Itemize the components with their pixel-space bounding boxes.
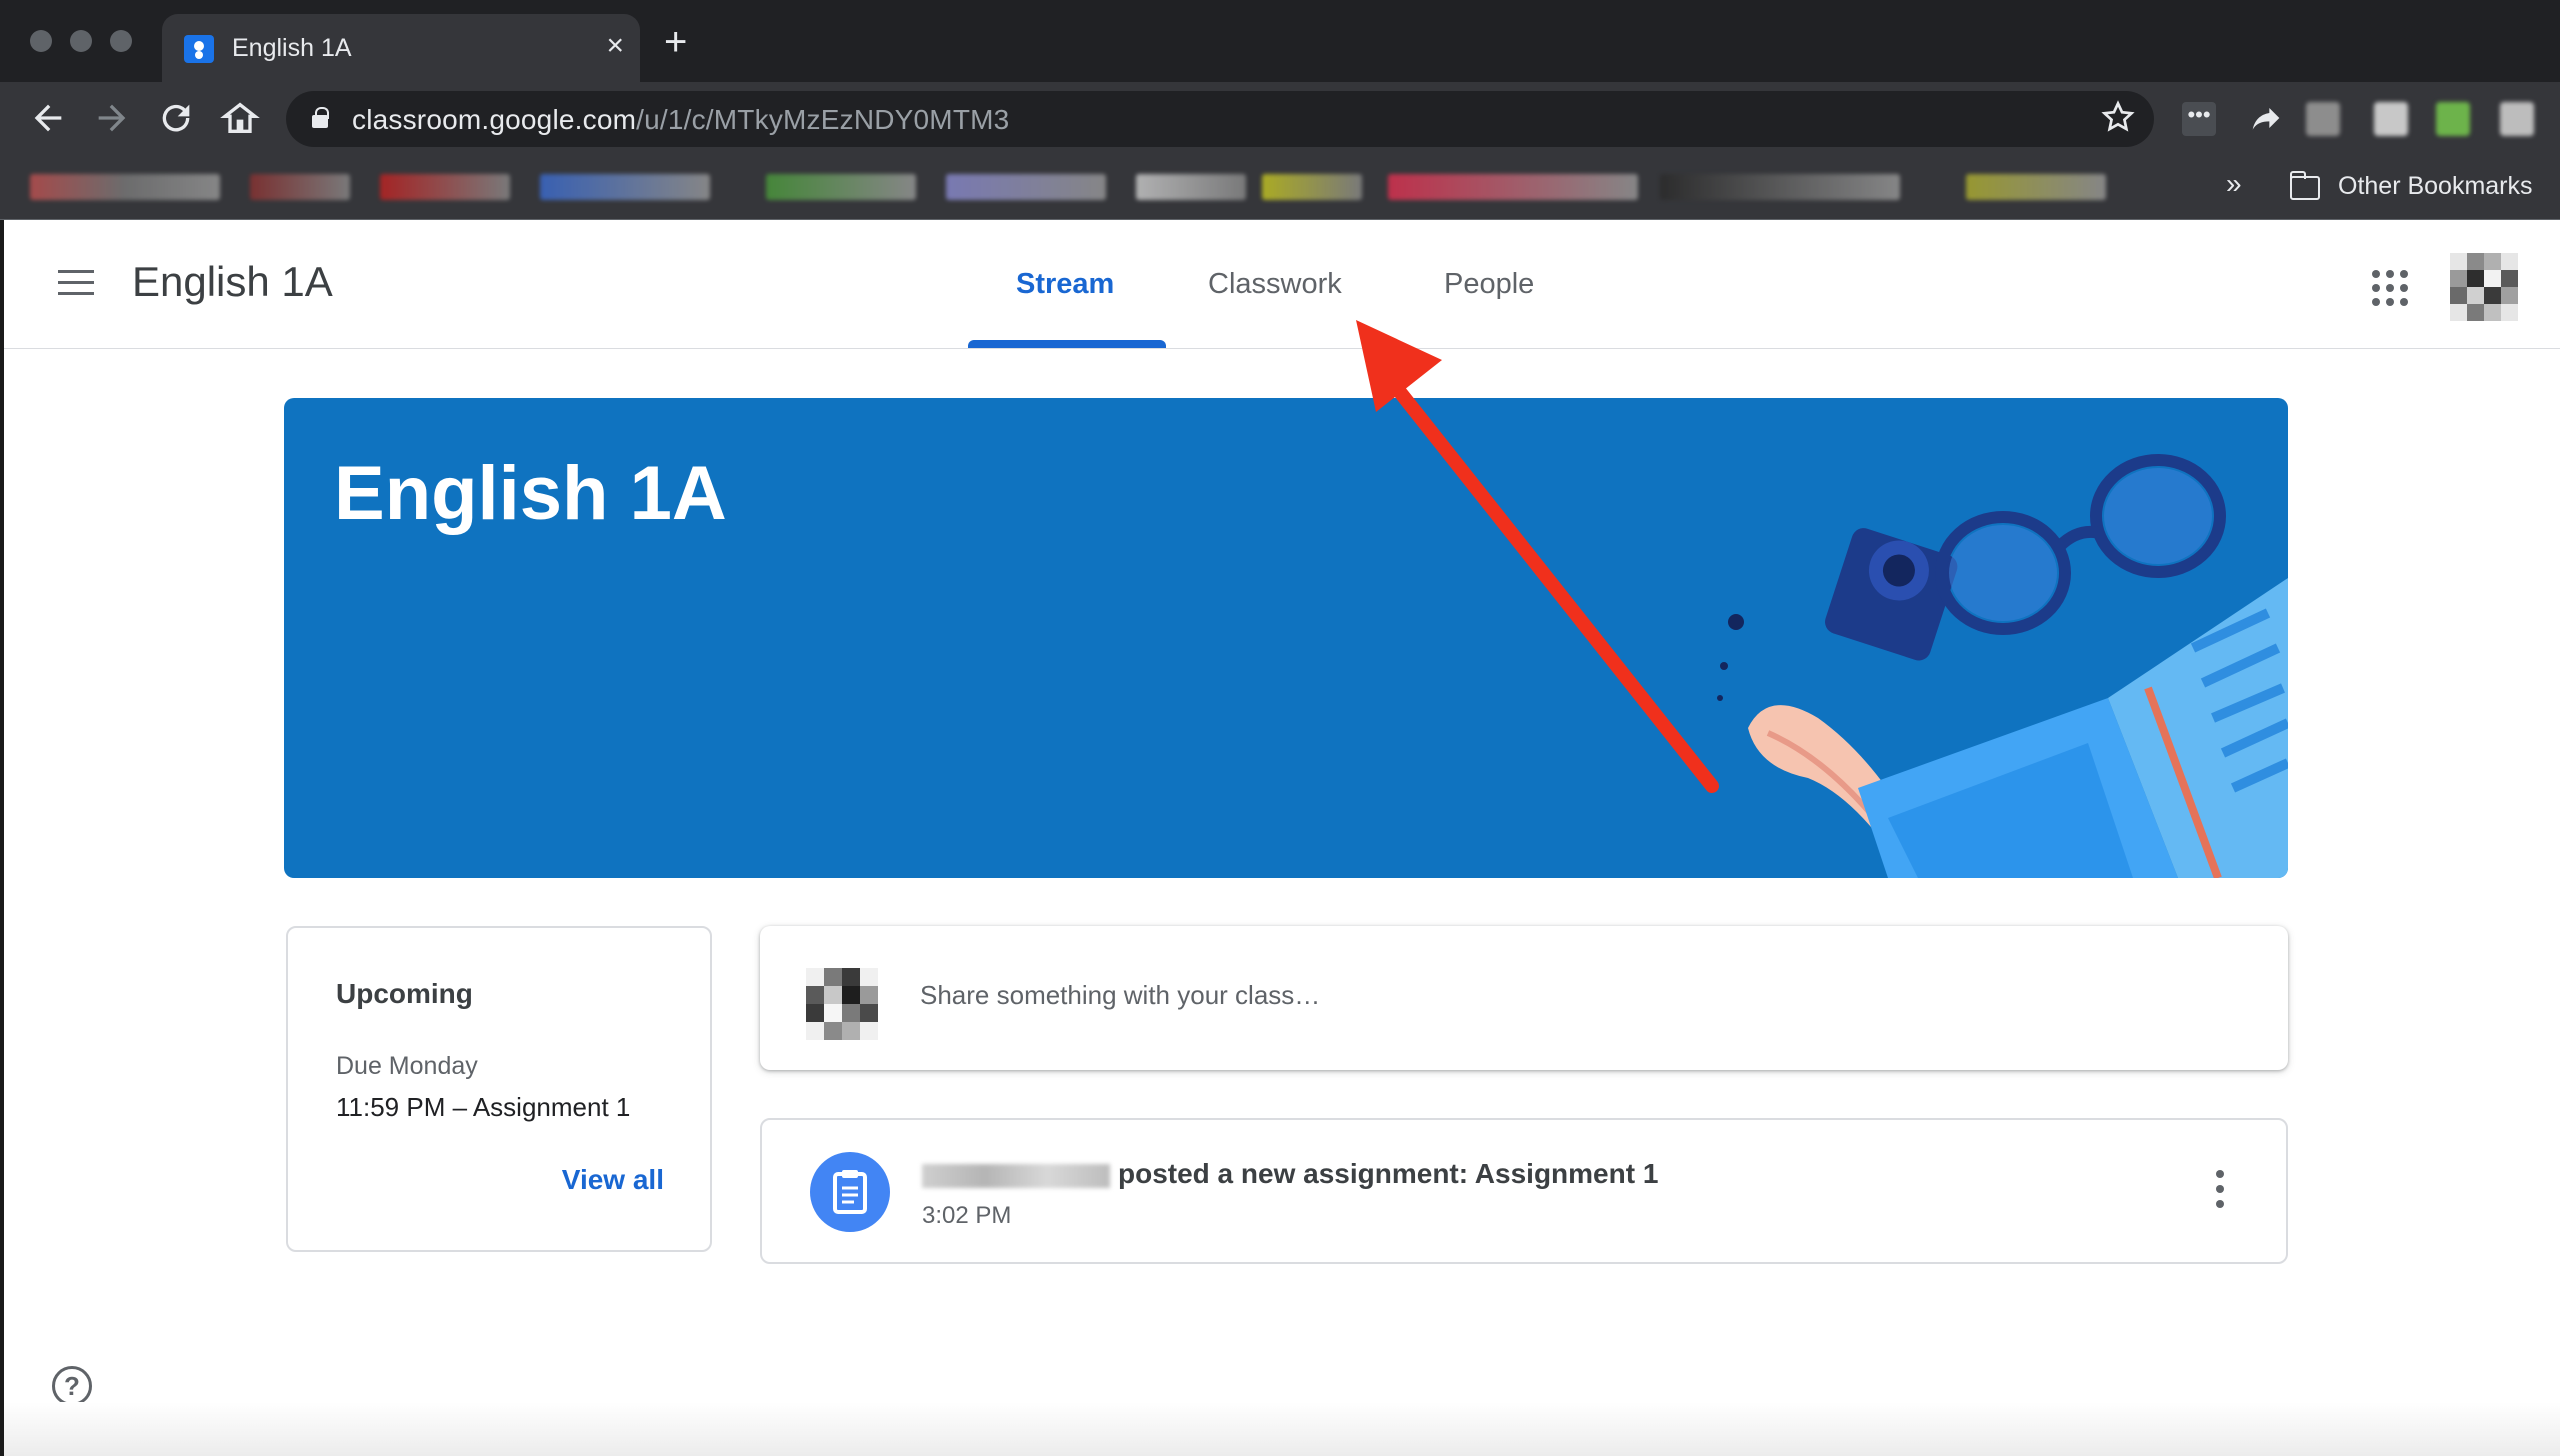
class-title[interactable]: English 1A [132, 258, 333, 306]
banner-title[interactable]: English 1A [334, 450, 727, 537]
post-title[interactable]: posted a new assignment: Assignment 1 [1118, 1158, 1658, 1190]
upcoming-due-date: Due Monday [336, 1052, 478, 1080]
bookmark-item[interactable] [250, 174, 350, 200]
page-bottom-fade [4, 1402, 2560, 1456]
bookmark-item[interactable] [380, 174, 510, 200]
upcoming-assignment-link[interactable]: 11:59 PM – Assignment 1 [336, 1092, 630, 1123]
url-text[interactable]: classroom.google.com/u/1/c/MTkyMzEzNDY0M… [352, 104, 1009, 136]
post-author-name [922, 1164, 1110, 1188]
maximize-window-button[interactable] [110, 30, 132, 52]
tab-stream[interactable]: Stream [1016, 268, 1114, 301]
app-header: English 1A Stream Classwork People [4, 220, 2560, 349]
class-banner[interactable]: English 1A [284, 398, 2288, 878]
minimize-window-button[interactable] [70, 30, 92, 52]
back-icon[interactable] [28, 98, 68, 138]
forward-icon[interactable] [92, 98, 132, 138]
bookmark-item[interactable] [1136, 174, 1246, 200]
share-input[interactable]: Share something with your class… [920, 980, 1320, 1011]
close-window-button[interactable] [30, 30, 52, 52]
bookmark-item[interactable] [1262, 174, 1362, 200]
tab-close-button[interactable]: × [606, 28, 624, 64]
reload-icon[interactable] [156, 98, 196, 138]
star-icon[interactable] [2100, 99, 2136, 144]
upcoming-card: Upcoming Due Monday 11:59 PM – Assignmen… [286, 926, 712, 1252]
account-avatar[interactable] [2450, 250, 2518, 324]
user-avatar [806, 968, 878, 1040]
tab-people[interactable]: People [1444, 268, 1534, 301]
help-icon[interactable]: ? [52, 1366, 92, 1406]
classroom-page: English 1A Stream Classwork People Engli… [0, 220, 2560, 1456]
extension-icon[interactable] [2436, 102, 2470, 136]
extension-icon[interactable] [2374, 102, 2408, 136]
bookmark-item[interactable] [1660, 174, 1900, 200]
browser-tab[interactable]: English 1A × [162, 14, 640, 82]
bookmark-item[interactable] [540, 174, 710, 200]
other-bookmarks-button[interactable]: Other Bookmarks [2338, 172, 2533, 201]
extension-icon[interactable] [2306, 102, 2340, 136]
classroom-favicon-icon [184, 35, 214, 63]
hamburger-menu-icon[interactable] [58, 270, 94, 296]
new-tab-button[interactable]: + [664, 22, 687, 62]
bookmark-item[interactable] [1966, 174, 2106, 200]
home-icon[interactable] [220, 98, 260, 138]
stream-post[interactable]: posted a new assignment: Assignment 1 3:… [760, 1118, 2288, 1264]
view-all-link[interactable]: View all [562, 1164, 664, 1196]
bookmarks-overflow-button[interactable]: » [2226, 168, 2242, 200]
extension-icon[interactable] [2500, 102, 2534, 136]
bookmark-item[interactable] [766, 174, 916, 200]
lock-icon[interactable] [312, 107, 329, 128]
share-box[interactable]: Share something with your class… [760, 926, 2288, 1070]
assignment-icon [810, 1152, 890, 1232]
bookmarks-bar: » Other Bookmarks [0, 154, 2560, 220]
upcoming-title: Upcoming [336, 978, 473, 1009]
tab-title: English 1A [232, 34, 352, 62]
browser-toolbar: classroom.google.com/u/1/c/MTkyMzEzNDY0M… [0, 82, 2560, 154]
folder-icon [2290, 171, 2320, 200]
share-arrow-icon[interactable] [2246, 98, 2286, 138]
bookmark-item[interactable] [30, 174, 220, 200]
bookmark-item[interactable] [1388, 174, 1638, 200]
bookmark-item[interactable] [946, 174, 1106, 200]
banner-illustration [1717, 454, 2288, 878]
browser-chrome: English 1A × + classroom.google.com/u/1/… [0, 0, 2560, 220]
google-apps-icon[interactable] [2372, 270, 2408, 306]
extension-dots-icon[interactable]: ••• [2182, 102, 2216, 136]
more-options-icon[interactable] [2216, 1170, 2224, 1215]
tab-classwork[interactable]: Classwork [1208, 268, 1342, 301]
active-tab-indicator [968, 340, 1166, 348]
post-timestamp: 3:02 PM [922, 1202, 1012, 1229]
address-bar[interactable]: classroom.google.com/u/1/c/MTkyMzEzNDY0M… [286, 91, 2154, 147]
